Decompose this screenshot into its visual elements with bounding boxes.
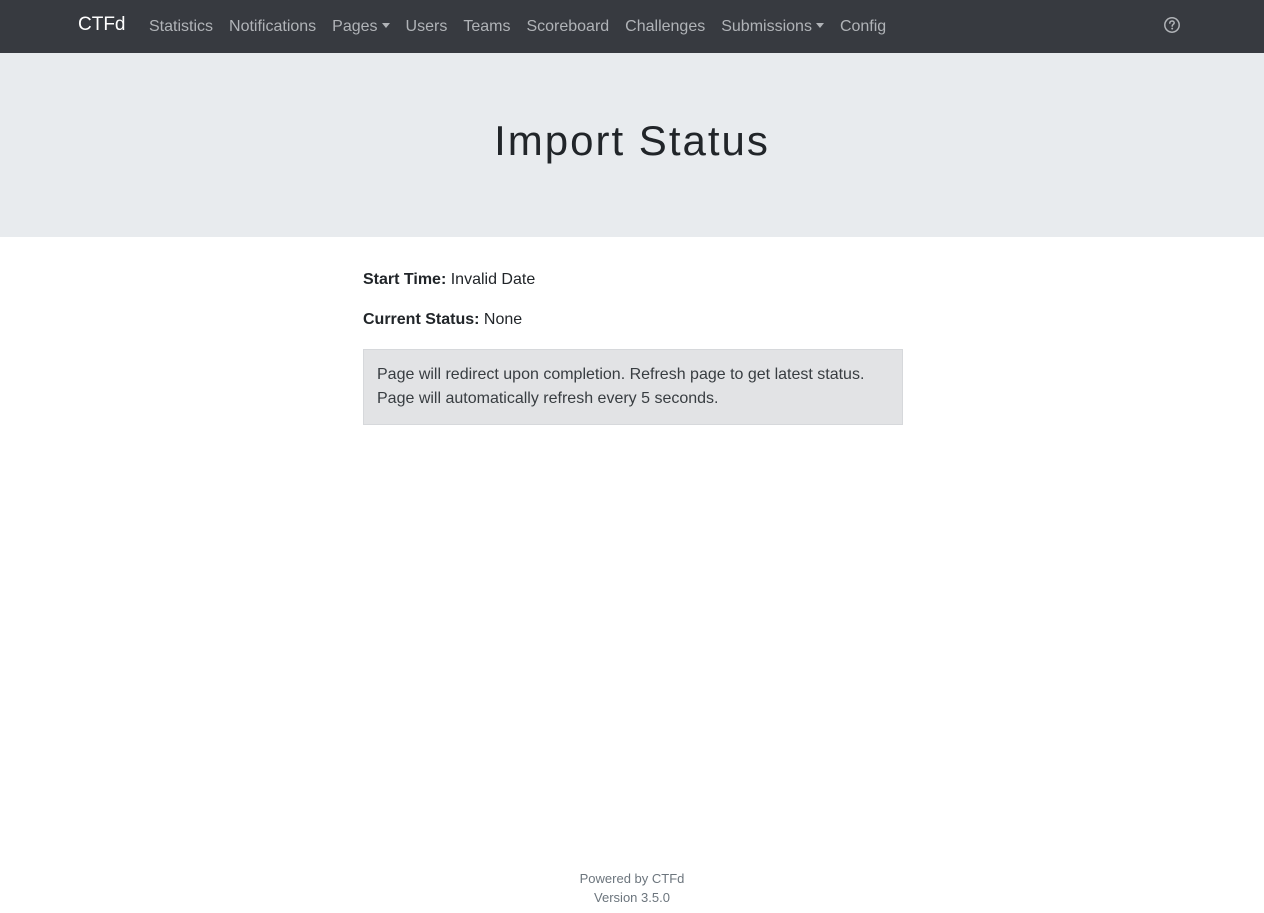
current-status-value: None xyxy=(483,311,523,328)
version-text: Version 3.5.0 xyxy=(594,890,670,905)
nav-item-submissions-label: Submissions xyxy=(721,17,812,35)
caret-down-icon xyxy=(815,22,824,28)
nav-item-statistics[interactable]: Statistics xyxy=(141,15,221,39)
nav-item-config[interactable]: Config xyxy=(832,15,894,39)
brand-link[interactable]: CTFd xyxy=(78,13,126,37)
nav-item-teams[interactable]: Teams xyxy=(455,15,518,39)
nav-menu: Statistics Notifications Pages Users Tea… xyxy=(141,0,894,53)
nav-item-pages-dropdown[interactable]: Pages xyxy=(324,15,397,39)
start-time-label: Start Time: xyxy=(363,271,447,288)
import-status-panel: Start Time: Invalid Date Current Status:… xyxy=(363,268,903,425)
nav-item-challenges[interactable]: Challenges xyxy=(617,15,713,39)
nav-item-users[interactable]: Users xyxy=(398,15,456,39)
nav-item-notifications[interactable]: Notifications xyxy=(221,15,324,39)
info-alert: Page will redirect upon completion. Refr… xyxy=(363,349,903,425)
page-footer: Powered by CTFd Version 3.5.0 xyxy=(0,869,1264,907)
nav-item-pages-label: Pages xyxy=(332,17,378,35)
powered-by-link[interactable]: Powered by CTFd xyxy=(0,869,1264,888)
current-status-label: Current Status: xyxy=(363,311,480,328)
start-time-row: Start Time: Invalid Date xyxy=(363,268,903,292)
page-header: Import Status xyxy=(0,53,1264,237)
nav-item-submissions-dropdown[interactable]: Submissions xyxy=(713,15,832,39)
top-navbar: CTFd Statistics Notifications Pages User… xyxy=(0,0,1264,53)
current-status-row: Current Status: None xyxy=(363,308,903,332)
alert-line-redirect: Page will redirect upon completion. Refr… xyxy=(377,366,865,383)
caret-down-icon xyxy=(381,22,390,28)
question-circle-icon[interactable] xyxy=(1163,16,1181,34)
start-time-value: Invalid Date xyxy=(450,271,536,288)
alert-line-refresh: Page will automatically refresh every 5 … xyxy=(377,390,719,407)
page-title: Import Status xyxy=(494,117,770,164)
nav-item-scoreboard[interactable]: Scoreboard xyxy=(518,15,617,39)
